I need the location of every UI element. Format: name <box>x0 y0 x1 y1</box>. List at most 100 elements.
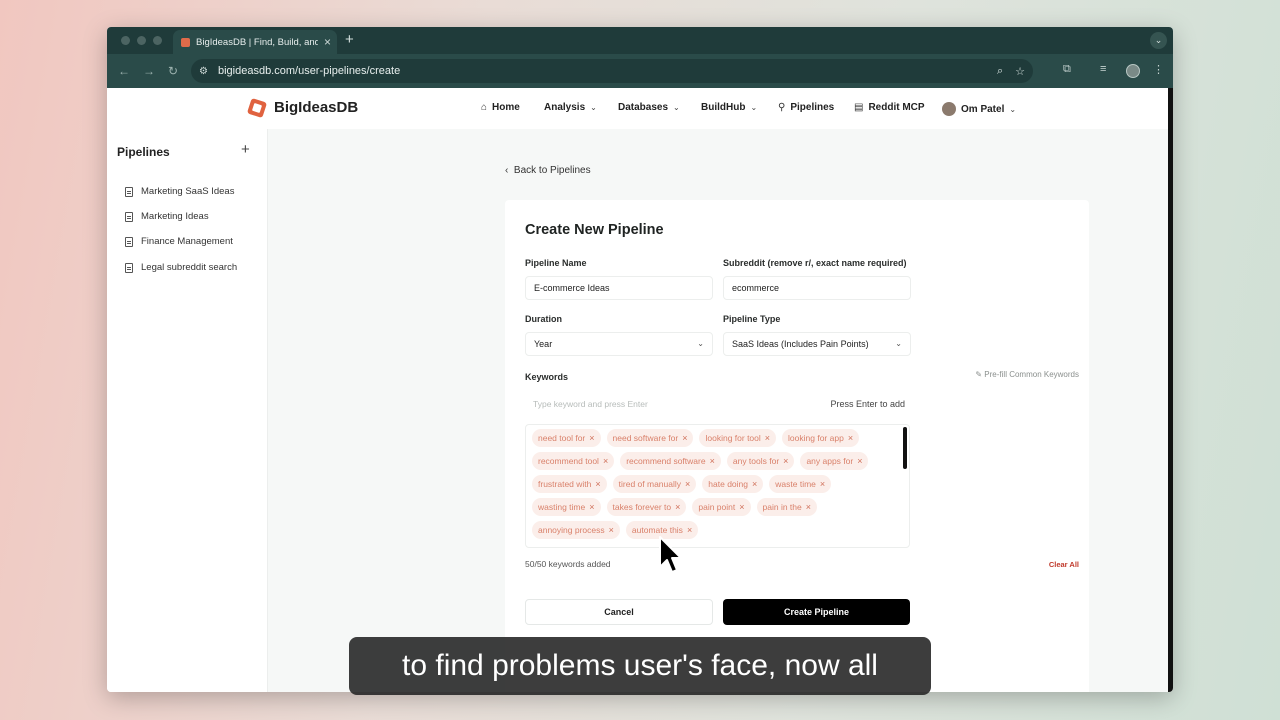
sidebar-item-marketing-ideas[interactable]: Marketing Ideas <box>125 211 209 222</box>
duration-select[interactable]: Year ⌄ <box>525 332 713 356</box>
sidebar-item-finance-management[interactable]: Finance Management <box>125 236 233 247</box>
nav-home[interactable]: ⌂ Home <box>481 102 520 113</box>
remove-keyword-icon[interactable]: × <box>685 475 690 493</box>
chevron-left-icon: ‹ <box>505 165 509 176</box>
nav-buildhub[interactable]: BuildHub ⌄ <box>701 102 757 113</box>
window-edge <box>1168 88 1173 692</box>
logo-icon <box>246 97 268 118</box>
remove-keyword-icon[interactable]: × <box>603 452 608 470</box>
bookmark-star-icon[interactable]: ☆ <box>1015 65 1025 78</box>
sidebar-item-label: Legal subreddit search <box>141 262 238 273</box>
url-text[interactable]: bigideasdb.com/user-pipelines/create <box>218 65 985 77</box>
remove-keyword-icon[interactable]: × <box>765 429 770 447</box>
keywords-list[interactable]: need tool for × need software for × looking … <box>525 424 910 548</box>
nav-buildhub-label: BuildHub <box>701 102 746 113</box>
remove-keyword-icon[interactable]: × <box>806 498 811 516</box>
create-pipeline-button[interactable]: Create Pipeline <box>723 599 910 625</box>
tab-close-icon[interactable]: × <box>324 36 331 48</box>
pipeline-type-label: Pipeline Type <box>723 314 781 324</box>
keyword-input[interactable]: Type keyword and press Enter Press Enter… <box>525 392 911 416</box>
back-arrow-icon[interactable]: ← <box>118 63 130 79</box>
sidebar-item-label: Finance Management <box>141 236 233 247</box>
site-info-icon[interactable]: ⚙ <box>199 66 208 77</box>
tab-title: BigIdeasDB | Find, Build, and <box>196 36 318 48</box>
browser-toolbar: ← → ↻ ⚙ bigideasdb.com/user-pipelines/cr… <box>107 54 1173 88</box>
keyword-chip: looking for app × <box>782 429 860 447</box>
keyword-chip: looking for tool × <box>699 429 777 447</box>
remove-keyword-icon[interactable]: × <box>687 521 692 539</box>
magic-wand-icon: ✎ <box>975 370 983 379</box>
remove-keyword-icon[interactable]: × <box>609 521 614 539</box>
create-pipeline-card: Create New Pipeline Pipeline Name E-comm… <box>505 200 1089 692</box>
keyword-chip: frustrated with × <box>532 475 607 493</box>
remove-keyword-icon[interactable]: × <box>752 475 757 493</box>
keyword-chip-label: any apps for <box>806 456 854 466</box>
remove-keyword-icon[interactable]: × <box>848 429 853 447</box>
remove-keyword-icon[interactable]: × <box>682 429 687 447</box>
zoom-icon[interactable]: ⌕ <box>997 65 1003 78</box>
remove-keyword-icon[interactable]: × <box>589 429 594 447</box>
keyword-chip-label: looking for app <box>788 433 844 443</box>
profile-avatar[interactable] <box>1126 64 1140 78</box>
nav-pipelines[interactable]: ⚲ Pipelines <box>778 102 834 113</box>
keyword-chip: recommend tool × <box>532 452 615 470</box>
keyword-chip: tired of manually × <box>612 475 697 493</box>
logo-text: BigIdeasDB <box>274 99 359 116</box>
window-controls[interactable] <box>121 36 162 45</box>
pipeline-name-input[interactable]: E-commerce Ideas <box>525 276 713 300</box>
pipeline-type-select[interactable]: SaaS Ideas (Includes Pain Points) ⌄ <box>723 332 911 356</box>
keyword-chip: pain in the × <box>756 498 818 516</box>
tab-search-chevron-icon[interactable]: ⌄ <box>1150 32 1167 49</box>
server-icon: ▤ <box>854 102 864 113</box>
favicon-icon <box>181 37 190 47</box>
remove-keyword-icon[interactable]: × <box>820 475 825 493</box>
remove-keyword-icon[interactable]: × <box>857 452 862 470</box>
sidebar-title: Pipelines <box>117 145 170 159</box>
remove-keyword-icon[interactable]: × <box>595 475 600 493</box>
reload-icon[interactable]: ↻ <box>168 63 178 79</box>
keyword-chip-label: takes forever to <box>612 502 672 512</box>
sidebar-item-marketing-saas-ideas[interactable]: Marketing SaaS Ideas <box>125 186 234 197</box>
prefill-keywords-button[interactable]: ✎ Pre-fill Common Keywords <box>975 370 1079 379</box>
prefill-label: Pre-fill Common Keywords <box>984 370 1079 379</box>
remove-keyword-icon[interactable]: × <box>675 498 680 516</box>
address-bar[interactable]: ⚙ bigideasdb.com/user-pipelines/create ⌕… <box>191 59 1033 83</box>
keyword-chip: annoying process × <box>532 521 620 539</box>
subreddit-input[interactable]: ecommerce <box>723 276 911 300</box>
remove-keyword-icon[interactable]: × <box>739 498 744 516</box>
nav-analysis[interactable]: Analysis ⌄ <box>544 102 597 113</box>
keyword-chip: hate doing × <box>702 475 764 493</box>
menu-kebab-icon[interactable]: ⋮ <box>1153 63 1164 76</box>
subreddit-label: Subreddit (remove r/, exact name require… <box>723 258 907 268</box>
user-menu[interactable]: Om Patel ⌄ <box>942 102 1016 116</box>
user-avatar <box>942 102 956 116</box>
keywords-label: Keywords <box>525 372 569 382</box>
sidebar-item-legal-subreddit-search[interactable]: Legal subreddit search <box>125 262 237 273</box>
browser-tab[interactable]: BigIdeasDB | Find, Build, and × <box>173 30 337 54</box>
video-caption: to find problems user's face, now all <box>349 637 931 695</box>
keyword-chip: any tools for × <box>726 452 795 470</box>
nav-reddit-mcp-label: Reddit MCP <box>868 102 925 113</box>
user-name: Om Patel <box>961 103 1005 115</box>
remove-keyword-icon[interactable]: × <box>783 452 788 470</box>
forward-arrow-icon[interactable]: → <box>143 63 155 79</box>
remove-keyword-icon[interactable]: × <box>589 498 594 516</box>
remove-keyword-icon[interactable]: × <box>710 452 715 470</box>
site-logo[interactable]: BigIdeasDB <box>246 97 359 118</box>
add-pipeline-icon[interactable]: + <box>241 142 250 157</box>
nav-reddit-mcp[interactable]: ▤ Reddit MCP <box>854 102 925 113</box>
back-to-pipelines-link[interactable]: ‹ Back to Pipelines <box>505 165 591 176</box>
extensions-icon[interactable]: ⧉ <box>1063 63 1071 76</box>
new-tab-icon[interactable]: + <box>345 32 354 47</box>
cancel-button[interactable]: Cancel <box>525 599 713 625</box>
keyword-chip-label: pain in the <box>762 502 802 512</box>
pipelines-sidebar: Pipelines + Marketing SaaS Ideas Marketi… <box>107 129 268 692</box>
chevron-down-icon: ⌄ <box>673 103 680 112</box>
reading-list-icon[interactable]: ≡ <box>1100 63 1106 75</box>
keywords-scrollbar[interactable] <box>903 427 907 469</box>
clear-all-button[interactable]: Clear All <box>1049 560 1079 569</box>
nav-databases[interactable]: Databases ⌄ <box>618 102 680 113</box>
sidebar-item-label: Marketing Ideas <box>141 211 209 222</box>
chevron-down-icon: ⌄ <box>750 103 758 112</box>
keyword-chip: need software for × <box>606 429 694 447</box>
